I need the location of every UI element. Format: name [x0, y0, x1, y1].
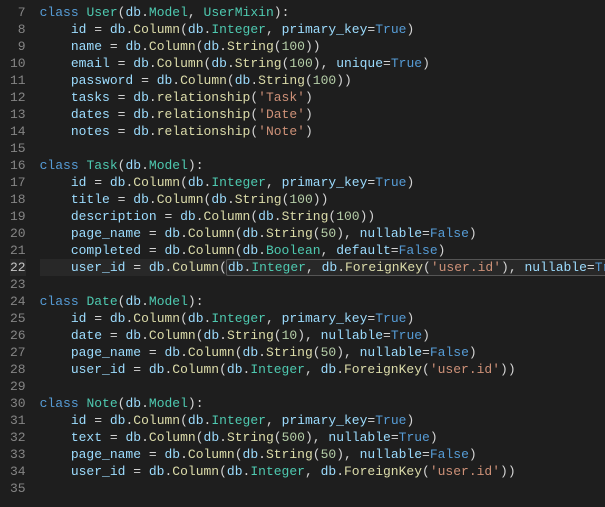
line-number: 14	[10, 123, 26, 140]
code-line[interactable]: date = db.Column(db.String(10), nullable…	[40, 327, 605, 344]
code-line[interactable]: user_id = db.Column(db.Integer, db.Forei…	[40, 463, 605, 480]
code-line[interactable]: id = db.Column(db.Integer, primary_key=T…	[40, 310, 605, 327]
code-line[interactable]	[40, 140, 605, 157]
code-line[interactable]: class Note(db.Model):	[40, 395, 605, 412]
code-line[interactable]: id = db.Column(db.Integer, primary_key=T…	[40, 21, 605, 38]
line-number: 11	[10, 72, 26, 89]
code-line[interactable]: user_id = db.Column(db.Integer, db.Forei…	[40, 361, 605, 378]
code-line[interactable]: completed = db.Column(db.Boolean, defaul…	[40, 242, 605, 259]
code-line[interactable]: description = db.Column(db.String(100))	[40, 208, 605, 225]
line-number: 19	[10, 208, 26, 225]
code-line[interactable]: page_name = db.Column(db.String(50), nul…	[40, 446, 605, 463]
line-number: 31	[10, 412, 26, 429]
line-number: 7	[10, 4, 26, 21]
line-number: 24	[10, 293, 26, 310]
line-number: 28	[10, 361, 26, 378]
line-number: 17	[10, 174, 26, 191]
code-line[interactable]: page_name = db.Column(db.String(50), nul…	[40, 344, 605, 361]
line-number: 34	[10, 463, 26, 480]
line-number: 29	[10, 378, 26, 395]
code-editor[interactable]: 7891011121314151617181920212223242526272…	[0, 0, 605, 507]
line-number: 15	[10, 140, 26, 157]
code-line[interactable]: class Task(db.Model):	[40, 157, 605, 174]
code-line[interactable]: text = db.Column(db.String(500), nullabl…	[40, 429, 605, 446]
line-number: 10	[10, 55, 26, 72]
code-area[interactable]: class User(db.Model, UserMixin): id = db…	[40, 0, 605, 507]
code-line[interactable]: notes = db.relationship('Note')	[40, 123, 605, 140]
code-line[interactable]: page_name = db.Column(db.String(50), nul…	[40, 225, 605, 242]
code-line[interactable]: name = db.Column(db.String(100))	[40, 38, 605, 55]
code-line[interactable]: dates = db.relationship('Date')	[40, 106, 605, 123]
code-line[interactable]: title = db.Column(db.String(100))	[40, 191, 605, 208]
code-line[interactable]	[40, 480, 605, 497]
line-number: 9	[10, 38, 26, 55]
code-line[interactable]: user_id = db.Column(db.Integer, db.Forei…	[40, 259, 605, 276]
code-line[interactable]: class User(db.Model, UserMixin):	[40, 4, 605, 21]
line-number: 12	[10, 89, 26, 106]
line-number: 8	[10, 21, 26, 38]
code-line[interactable]: email = db.Column(db.String(100), unique…	[40, 55, 605, 72]
code-line[interactable]: class Date(db.Model):	[40, 293, 605, 310]
line-number-gutter: 7891011121314151617181920212223242526272…	[0, 0, 40, 507]
line-number: 27	[10, 344, 26, 361]
line-number: 22	[10, 259, 26, 276]
line-number: 13	[10, 106, 26, 123]
line-number: 35	[10, 480, 26, 497]
line-number: 32	[10, 429, 26, 446]
line-number: 23	[10, 276, 26, 293]
line-number: 16	[10, 157, 26, 174]
code-line[interactable]: tasks = db.relationship('Task')	[40, 89, 605, 106]
code-line[interactable]	[40, 276, 605, 293]
line-number: 30	[10, 395, 26, 412]
line-number: 25	[10, 310, 26, 327]
code-line[interactable]: password = db.Column(db.String(100))	[40, 72, 605, 89]
line-number: 21	[10, 242, 26, 259]
code-line[interactable]: id = db.Column(db.Integer, primary_key=T…	[40, 174, 605, 191]
line-number: 20	[10, 225, 26, 242]
line-number: 26	[10, 327, 26, 344]
code-line[interactable]	[40, 378, 605, 395]
line-number: 18	[10, 191, 26, 208]
line-number: 33	[10, 446, 26, 463]
code-line[interactable]: id = db.Column(db.Integer, primary_key=T…	[40, 412, 605, 429]
